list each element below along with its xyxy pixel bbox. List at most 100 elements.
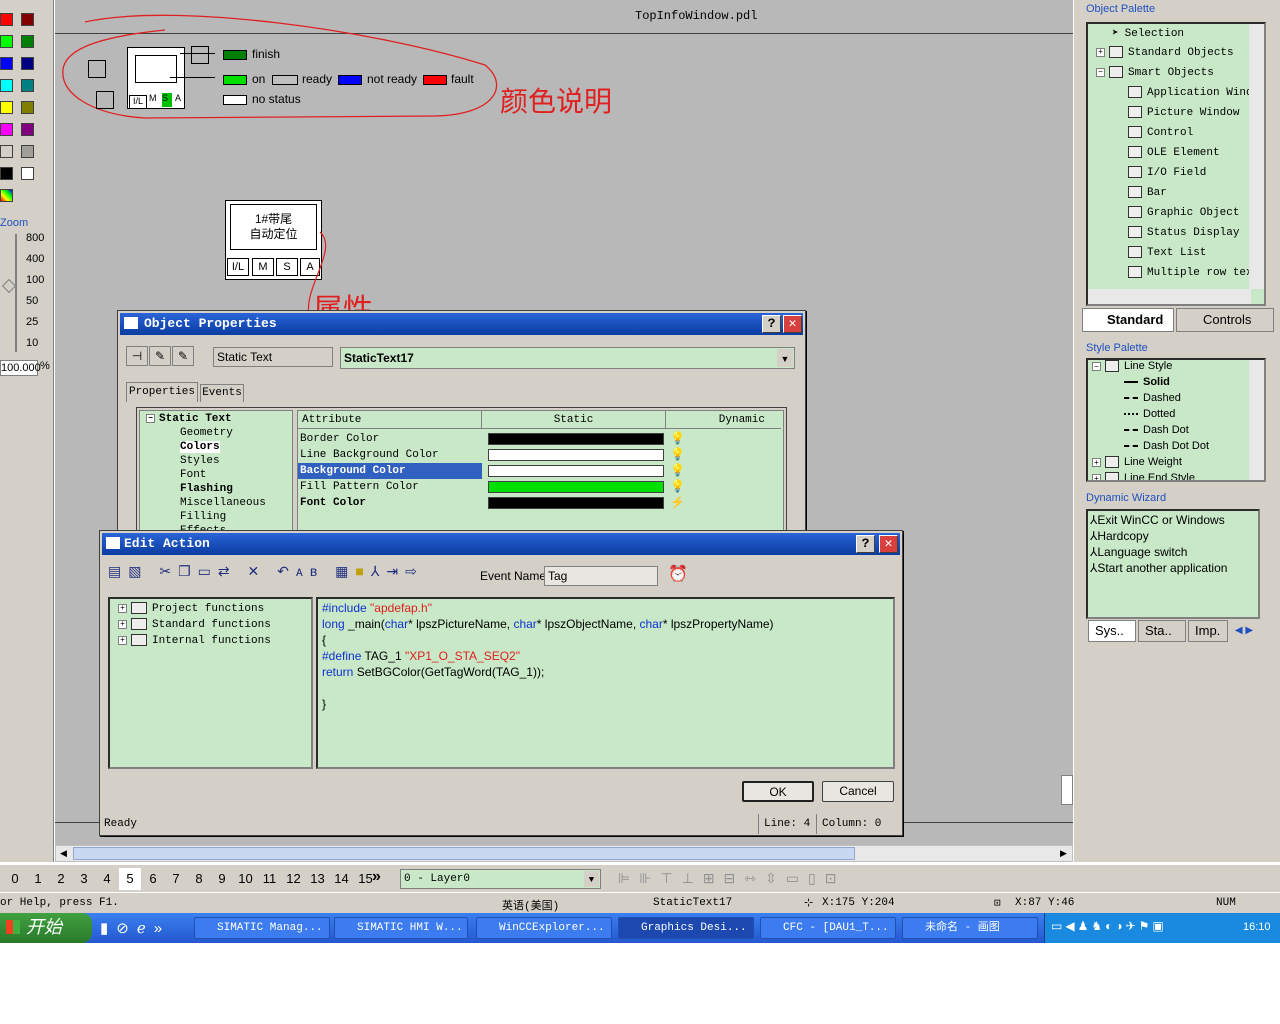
zoom-value-field[interactable]: 100.000 <box>0 360 41 376</box>
layer-button[interactable]: 13 <box>306 868 329 890</box>
copy-icon[interactable]: ❐ <box>178 563 198 579</box>
property-tree-item[interactable]: − Static Text <box>146 413 232 425</box>
taskbar-item[interactable]: 未命名 - 画图 <box>902 917 1038 939</box>
center-h-icon[interactable]: ⊞ <box>703 870 724 886</box>
style-palette-item[interactable]: Dash Dot Dot <box>1124 440 1209 452</box>
ok-button[interactable]: OK <box>742 781 814 802</box>
color-swatch[interactable] <box>0 101 13 114</box>
wizard-tab[interactable]: Sys.. <box>1088 620 1136 642</box>
color-swatch[interactable] <box>0 123 13 136</box>
expand-icon[interactable]: + <box>1092 457 1101 467</box>
collapse-icon[interactable]: − <box>1096 67 1105 77</box>
layer-button[interactable]: 2 <box>50 868 72 890</box>
wizard-item[interactable]: ⅄Start another application <box>1090 561 1227 575</box>
help-button[interactable]: ? <box>762 315 781 333</box>
wizard-item[interactable]: ⅄Language switch <box>1090 545 1187 559</box>
hscrollbar[interactable] <box>1088 289 1251 304</box>
help-button[interactable]: ? <box>856 535 875 553</box>
attribute-name[interactable]: Line Background Color <box>298 447 482 463</box>
color-swatch[interactable] <box>21 123 34 136</box>
column-header[interactable]: Static <box>482 411 666 429</box>
box-icon[interactable]: ■ <box>355 563 370 579</box>
layer-button[interactable]: 7 <box>165 868 187 890</box>
tab-controls[interactable]: Controls <box>1176 308 1274 332</box>
attribute-color-value[interactable] <box>488 465 664 477</box>
color-swatch[interactable] <box>0 145 13 158</box>
function-tree-item[interactable]: + Project functions <box>118 602 264 615</box>
taskbar-item[interactable]: WinCCExplorer... <box>476 917 612 939</box>
canvas-hscrollbar[interactable]: ◀ ▶ <box>55 845 1073 862</box>
zoom-level[interactable]: 25 <box>26 316 38 328</box>
import-icon[interactable]: ▧ <box>128 563 148 579</box>
wizard-tab[interactable]: Imp. <box>1188 620 1228 642</box>
edit-action-titlebar[interactable]: Edit Action ? ✕ <box>102 533 900 555</box>
layer-button[interactable]: 14 <box>330 868 353 890</box>
browser-icon[interactable]: ⊘ <box>116 920 137 937</box>
paste-icon[interactable]: ▭ <box>198 563 218 579</box>
style-palette-item[interactable]: Dash Dot <box>1124 424 1189 436</box>
object-palette-item[interactable]: OLE Element <box>1128 146 1220 159</box>
property-tree-item[interactable]: Filling <box>180 511 226 523</box>
color-swatch[interactable] <box>21 145 34 158</box>
expand-icon[interactable]: + <box>1096 47 1105 57</box>
object-palette-item[interactable]: Multiple row tex <box>1128 266 1253 279</box>
color-swatch[interactable] <box>0 13 13 26</box>
layer-button[interactable]: 11 <box>258 868 281 890</box>
collapse-icon[interactable]: − <box>146 413 155 423</box>
expand-icon[interactable]: − <box>1092 361 1101 371</box>
layer-button[interactable]: 5 <box>119 868 141 890</box>
function-tree-item[interactable]: + Internal functions <box>118 634 271 647</box>
taskbar-item-active[interactable]: Graphics Desi... <box>618 917 754 939</box>
scroll-left-arrow[interactable]: ◀ <box>56 846 71 861</box>
tag-icon[interactable]: ▦ <box>335 563 355 579</box>
tray-icons[interactable]: ▭◀♟♞◐◑✈⚑▣ <box>1051 919 1167 933</box>
style-palette-tree[interactable]: − Line Style Solid Dashed Dotted Dash Dot Dash… <box>1086 358 1266 482</box>
color-swatch[interactable] <box>21 57 34 70</box>
attribute-name[interactable]: Fill Pattern Color <box>298 479 482 495</box>
layer-button[interactable]: 10 <box>234 868 257 890</box>
layer-button[interactable]: 9 <box>211 868 233 890</box>
color-swatch[interactable] <box>21 35 34 48</box>
object-palette-item[interactable]: Bar <box>1128 186 1167 199</box>
property-tree-item[interactable]: Flashing <box>180 483 233 495</box>
small-square[interactable] <box>96 91 114 109</box>
zoom-slider-thumb[interactable] <box>1 278 17 294</box>
color-swatch[interactable] <box>21 167 34 180</box>
small-square[interactable] <box>88 60 106 78</box>
dynamic-bulb-icon[interactable]: ⚡ <box>670 495 685 509</box>
attribute-color-value[interactable] <box>488 449 664 461</box>
function-tree[interactable]: + Project functions + Standard functions +… <box>108 597 313 769</box>
dynamic-bulb-icon[interactable]: 💡 <box>670 447 685 461</box>
abc-icon[interactable]: ᴀʙ <box>296 563 324 579</box>
event-name-field[interactable]: Tag <box>544 566 658 586</box>
column-header[interactable]: Attribute <box>298 411 482 429</box>
style-palette-item[interactable]: + Line End Style <box>1092 472 1195 480</box>
arrow-out-icon[interactable]: ⇨ <box>405 563 424 579</box>
layer-select[interactable]: 0 - Layer0 ▼ <box>400 869 601 889</box>
object-name-select[interactable]: StaticText17 ▼ <box>340 347 795 369</box>
scroll-right-arrow[interactable]: ▶ <box>1056 846 1071 861</box>
layer-button[interactable]: 6 <box>142 868 164 890</box>
object-palette-item[interactable]: ➤ Selection <box>1112 26 1184 40</box>
same-size-icon[interactable]: ⊡ <box>825 870 846 886</box>
zoom-level[interactable]: 100 <box>26 274 44 286</box>
object-palette-item[interactable]: − Smart Objects <box>1096 66 1214 79</box>
vscrollbar[interactable] <box>1249 360 1264 480</box>
style-palette-item[interactable]: Dashed <box>1124 392 1181 404</box>
tab-standard[interactable]: Standard <box>1082 308 1174 332</box>
undo-icon[interactable]: ↶ <box>277 563 296 579</box>
tab-events[interactable]: Events <box>200 384 244 402</box>
chevron-down-icon[interactable]: ▼ <box>584 871 599 887</box>
style-palette-item[interactable]: Solid <box>1124 376 1170 388</box>
zoom-level[interactable]: 10 <box>26 337 38 349</box>
layers-more-icon[interactable]: » <box>372 868 381 886</box>
object-palette-item[interactable]: Status Display <box>1128 226 1239 239</box>
close-button[interactable]: ✕ <box>879 535 898 553</box>
attribute-name[interactable]: Background Color <box>298 463 482 479</box>
ie-icon[interactable]: ℯ <box>137 920 154 937</box>
widget-btn[interactable]: I/L <box>227 258 249 276</box>
code-editor[interactable]: #include "apdefap.h" long _main(char* lp… <box>316 597 895 769</box>
layer-button[interactable]: 12 <box>282 868 305 890</box>
cancel-button[interactable]: Cancel <box>822 781 894 802</box>
scroll-thumb[interactable] <box>73 847 855 860</box>
